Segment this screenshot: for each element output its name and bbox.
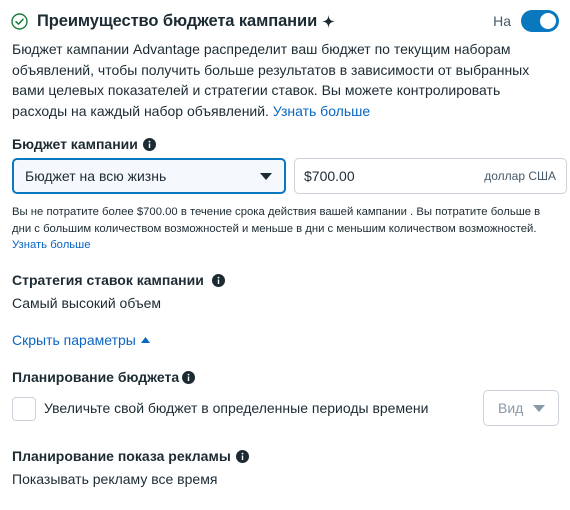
sparkle-icon bbox=[322, 14, 336, 28]
ad-scheduling-value: Показывать рекламу все время bbox=[12, 471, 218, 487]
chevron-down-icon bbox=[260, 173, 272, 180]
check-circle-icon bbox=[11, 12, 28, 30]
description-text: Бюджет кампании Advantage распределит ва… bbox=[12, 41, 530, 119]
bid-strategy-label: Стратегия ставок кампании bbox=[12, 272, 204, 288]
advantage-toggle[interactable] bbox=[521, 10, 559, 32]
budget-scheduling-checkbox[interactable] bbox=[12, 397, 36, 421]
campaign-budget-header: Преимущество бюджета кампании На bbox=[11, 9, 559, 33]
advantage-toggle-group: На bbox=[493, 9, 559, 33]
budget-learn-more-link[interactable]: Узнать больше bbox=[12, 239, 91, 251]
currency-label: доллар США bbox=[484, 169, 556, 183]
hide-parameters-link[interactable]: Скрыть параметры bbox=[12, 332, 150, 348]
budget-note-text: Вы не потратите более $700.00 в течение … bbox=[12, 206, 541, 235]
toggle-knob bbox=[540, 13, 556, 29]
view-dropdown-button[interactable]: Вид bbox=[483, 390, 559, 426]
view-dropdown-label: Вид bbox=[498, 400, 524, 416]
budget-scheduling-heading: Планирование бюджета bbox=[12, 369, 196, 385]
info-icon[interactable] bbox=[235, 449, 249, 463]
budget-scheduling-label: Планирование бюджета bbox=[12, 369, 180, 385]
campaign-budget-label: Бюджет кампании bbox=[12, 136, 138, 152]
budget-type-value: Бюджет на всю жизнь bbox=[25, 168, 167, 184]
budget-scheduling-checkbox-label[interactable]: Увеличьте свой бюджет в определенные пер… bbox=[44, 400, 428, 416]
info-icon[interactable] bbox=[142, 137, 156, 151]
section-title: Преимущество бюджета кампании bbox=[37, 11, 318, 30]
info-icon[interactable] bbox=[211, 273, 225, 287]
ad-scheduling-heading: Планирование показа рекламы bbox=[12, 448, 249, 464]
bid-strategy-heading: Стратегия ставок кампании bbox=[12, 272, 225, 288]
info-icon[interactable] bbox=[182, 370, 196, 384]
budget-amount-value: $700.00 bbox=[304, 168, 355, 184]
learn-more-link[interactable]: Узнать больше bbox=[273, 103, 370, 119]
hide-parameters-label: Скрыть параметры bbox=[12, 332, 136, 348]
section-description: Бюджет кампании Advantage распределит ва… bbox=[12, 39, 552, 121]
campaign-budget-heading: Бюджет кампании bbox=[12, 136, 156, 152]
bid-strategy-value: Самый высокий объем bbox=[12, 295, 162, 311]
chevron-down-icon bbox=[533, 405, 545, 412]
toggle-label: На bbox=[493, 13, 511, 29]
budget-type-select[interactable]: Бюджет на всю жизнь bbox=[12, 158, 286, 194]
budget-note: Вы не потратите более $700.00 в течение … bbox=[12, 204, 560, 254]
budget-amount-input[interactable]: $700.00 доллар США bbox=[294, 158, 567, 194]
chevron-up-icon bbox=[140, 337, 150, 343]
ad-scheduling-label: Планирование показа рекламы bbox=[12, 448, 231, 464]
